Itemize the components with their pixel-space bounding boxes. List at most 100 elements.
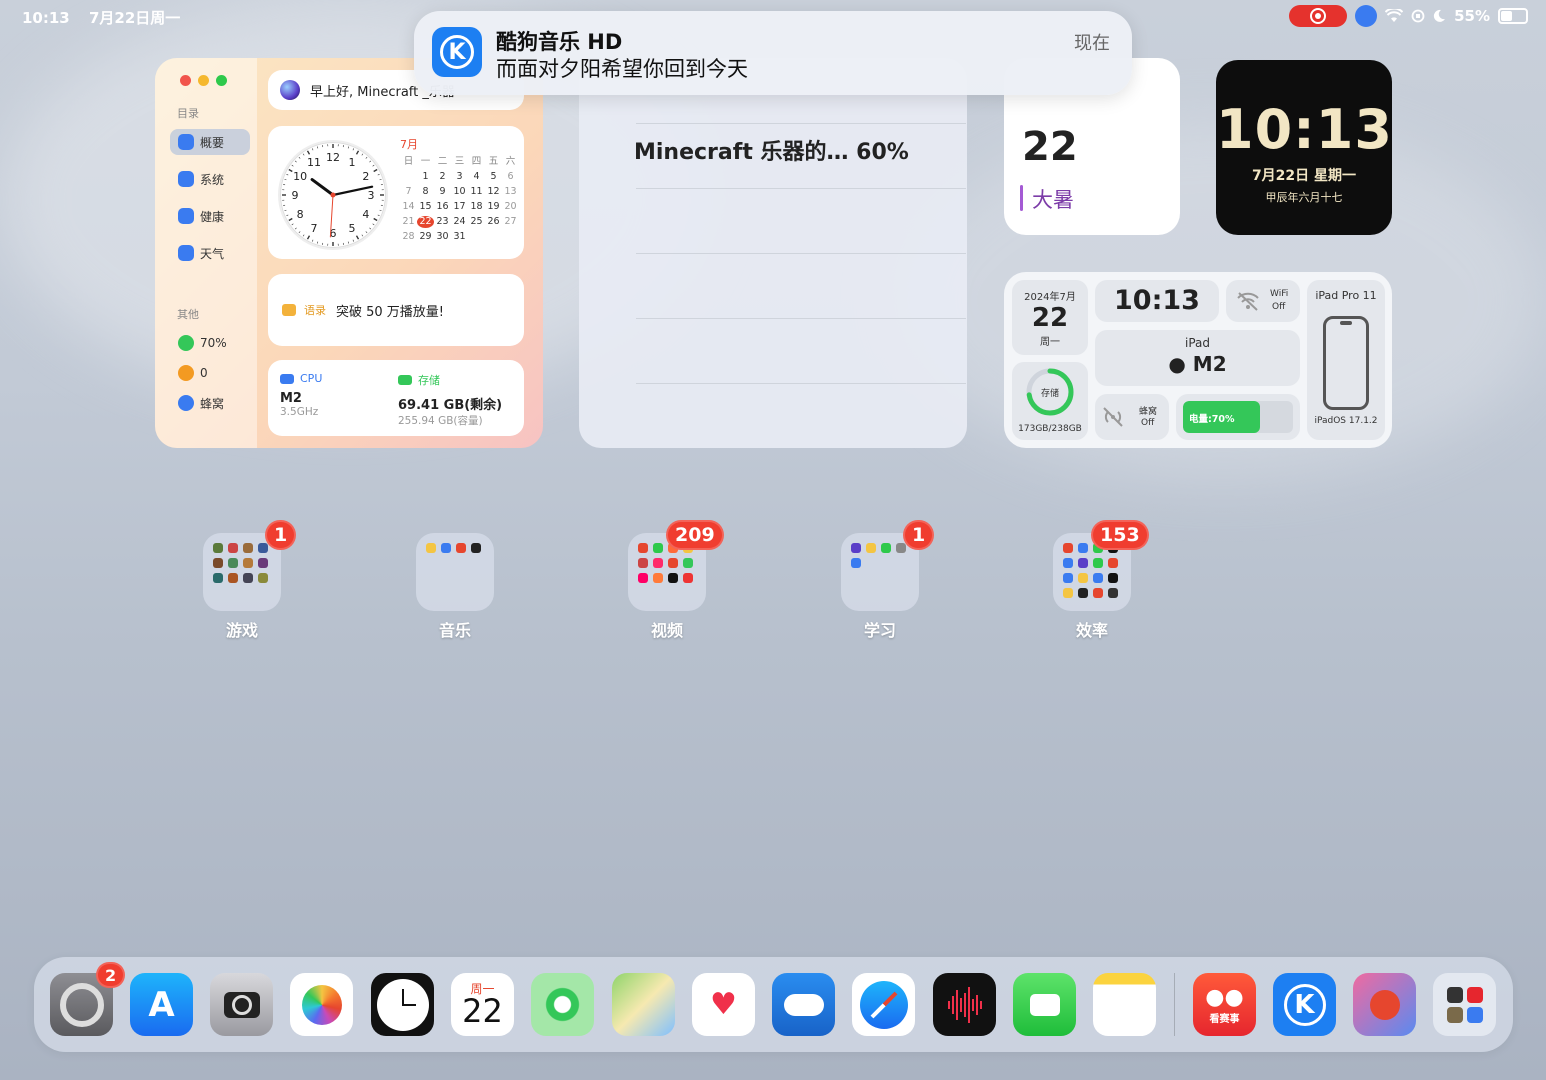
sidebar-item-label: 概要 — [200, 135, 225, 150]
camera-icon[interactable] — [210, 973, 273, 1036]
folder-app-thumbnail — [441, 543, 451, 553]
digital-clock-widget[interactable]: 10:13 7月22日 星期一 甲辰年六月十七 — [1216, 60, 1392, 235]
folder-app-thumbnail — [638, 558, 648, 568]
calendar-day-cell: 9 — [439, 186, 446, 197]
device-info-widget[interactable]: 2024年7月 22 周一 10:13 WiFi Off iPad Pro 11… — [1004, 272, 1392, 448]
calendar-day-cell — [468, 231, 485, 243]
calendar-day-cell: 3 — [456, 171, 463, 182]
notification-title: 酷狗音乐 HD — [496, 30, 623, 54]
clock-tick — [373, 168, 378, 173]
cellular-state: Off — [1141, 418, 1155, 428]
sidebar-item-2[interactable]: 健康 — [170, 203, 250, 229]
folder-app-thumbnail — [243, 543, 253, 553]
calendar-day-cell: 25 — [470, 216, 483, 227]
sidebar-other-label: 蜂窝 — [200, 396, 225, 411]
calendar-day-cell: 5 — [490, 171, 497, 182]
folder-app-thumbnail — [1108, 588, 1118, 598]
sidebar-other-1[interactable]: 0 — [170, 360, 250, 386]
sidebar-other-0[interactable]: 70% — [170, 330, 250, 356]
folder-app-thumbnail — [228, 573, 238, 583]
storage-ring: 存储 — [1026, 368, 1074, 416]
mini-calendar: 7月 日一二三四五六 1 2 3 4 5 6 7 8 9 10 11 12 13 14 15 16 17 18 19 2… — [400, 136, 519, 243]
folder-app-thumbnail — [1078, 588, 1088, 598]
clock-tick — [311, 239, 314, 242]
folder-label: 视频 — [650, 621, 683, 640]
calendar-weekday: 五 — [488, 156, 499, 167]
folder-app-thumbnail — [1093, 558, 1103, 568]
notification-banner[interactable]: K 酷狗音乐 HD 而面对夕阳希望你回到今天 现在 — [414, 11, 1132, 95]
calendar-weekday: 日 — [403, 156, 414, 167]
clock-number: 10 — [293, 170, 307, 183]
folder-app-thumbnail — [653, 543, 663, 553]
clock-tick — [369, 227, 372, 230]
folder-label: 音乐 — [438, 621, 471, 640]
calendar-day-cell: 12 — [487, 186, 500, 197]
cellular-tile[interactable]: 蜂窝 Off — [1095, 394, 1169, 440]
sidebar-item-0[interactable]: 概要 — [170, 129, 250, 155]
app-store-icon[interactable]: A — [130, 973, 193, 1036]
cpu-label: CPU — [300, 372, 323, 385]
wifi-tile[interactable]: WiFi Off — [1226, 280, 1300, 322]
sidebar-item-3[interactable]: 天气 — [170, 240, 250, 266]
screen-recording-icon[interactable] — [1289, 5, 1348, 27]
folder-app-thumbnail — [851, 543, 861, 553]
clock-number: 4 — [362, 208, 369, 221]
folder-app-thumbnail — [426, 543, 436, 553]
calendar-day-cell: 15 — [419, 201, 432, 212]
kuaishou-icon[interactable]: ●● 看赛事 — [1193, 973, 1256, 1036]
zoom-dot-icon — [216, 75, 227, 86]
folder-app-thumbnail — [866, 543, 876, 553]
folder-app-thumbnail — [638, 543, 648, 553]
safari-icon[interactable] — [852, 973, 915, 1036]
sidebar-item-1[interactable]: 系统 — [170, 166, 250, 192]
cpu-value: M2 — [280, 391, 302, 406]
folder-app-thumbnail — [683, 558, 693, 568]
folder-app-thumbnail — [456, 543, 466, 553]
quote-text: 突破 50 万播放量! — [336, 304, 445, 320]
system-info-widget[interactable]: 目录 概要 系统 健康 天气 其他 70% 0 蜂窝 早上好, Minecraft _乐器… — [155, 58, 543, 448]
utilities-icon[interactable] — [1433, 973, 1496, 1036]
clock-tick — [347, 241, 350, 244]
folder-app-thumbnail — [1108, 573, 1118, 583]
calendar-day-cell: 21 — [402, 216, 415, 227]
sidebar-item-label: 健康 — [200, 209, 225, 224]
reminders-widget[interactable]: Minecraft 乐器的… 60% — [579, 58, 967, 448]
calendar-icon[interactable]: 周一 22 — [451, 973, 514, 1036]
clock-tick — [316, 241, 319, 244]
game-icon[interactable] — [1353, 973, 1416, 1036]
section-label: 其他 — [177, 308, 199, 321]
cellular-label: 蜂窝 — [1139, 407, 1158, 417]
voice-memos-icon[interactable] — [933, 973, 996, 1036]
storage-label: 存储 — [418, 374, 440, 387]
notification-message: 而面对夕阳希望你回到今天 — [496, 57, 748, 81]
chip-tile: iPad ● M2 — [1095, 330, 1300, 386]
notes-icon[interactable] — [1093, 973, 1156, 1036]
health-icon[interactable]: ♥ — [692, 973, 755, 1036]
folder-1[interactable] — [416, 533, 494, 611]
clock-tick — [288, 168, 293, 173]
clock-icon[interactable] — [371, 973, 434, 1036]
find-my-icon[interactable] — [531, 973, 594, 1036]
photos-icon[interactable] — [290, 973, 353, 1036]
maps-icon[interactable] — [612, 973, 675, 1036]
calendar-day-cell: 20 — [504, 201, 517, 212]
clock-number: 7 — [311, 222, 318, 235]
list-divider — [636, 383, 966, 384]
facetime-icon[interactable] — [1013, 973, 1076, 1036]
clock-tick — [365, 156, 368, 159]
minimize-dot-icon — [198, 75, 209, 86]
folder-app-thumbnail — [258, 573, 268, 583]
clock-number: 9 — [292, 189, 299, 202]
weather-icon[interactable] — [772, 973, 835, 1036]
weather-icon — [178, 245, 194, 261]
clock-tick — [352, 148, 355, 151]
sidebar-other-2[interactable]: 蜂窝 — [170, 390, 250, 416]
kugou-icon[interactable]: K — [1273, 973, 1336, 1036]
folder-app-thumbnail — [683, 573, 693, 583]
clock-calendar-card: 12 1 2 3 4 5 6 7 8 9 10 11 7月 日一二三四五六 1 2 3 4 5 6 7 8 9 10 11 1… — [268, 126, 524, 259]
clock-tick — [365, 231, 368, 234]
clock-tick — [352, 239, 355, 242]
clock-tick — [361, 153, 364, 156]
clock-tick — [311, 148, 314, 151]
calendar-day-cell: 27 — [504, 216, 517, 227]
